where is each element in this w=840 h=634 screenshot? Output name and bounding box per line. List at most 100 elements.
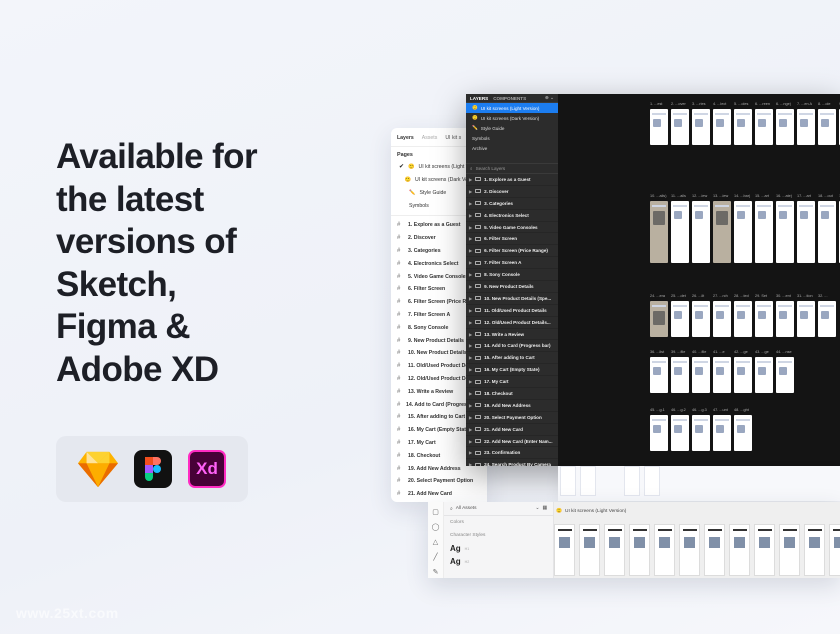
figma-layer-item[interactable]: ▶ 16. My Cart (Empty State) [466,364,558,377]
figma-layer-item[interactable]: ▶ 3. Categories [466,198,558,210]
select-tool-icon[interactable]: ▢ [432,508,439,516]
artboard-thumbnail[interactable] [629,524,650,576]
frame-thumbnail[interactable]: 6. ...nge) [776,102,794,145]
xd-canvas[interactable]: 🙂 UI kit screens (Light Version) [554,502,840,578]
expand-arrow-icon[interactable]: ▶ [469,296,472,301]
artboard-thumbnail[interactable] [804,524,825,576]
expand-arrow-icon[interactable]: ▶ [469,355,472,360]
figma-layer-item[interactable]: ▶ 10. New Product Details (Spe... [466,293,558,305]
frame-thumbnail[interactable]: 17. ...art [797,194,815,263]
frame-thumbnail[interactable]: 3. ...ries [692,102,710,145]
figma-layer-item[interactable]: ▶ 5. Video Game Consoles [466,222,558,234]
frame-thumbnail[interactable]: 29. Set [755,294,773,337]
expand-arrow-icon[interactable]: ▶ [469,189,472,194]
grid-icon[interactable]: ▦ [542,506,547,511]
figma-layer-item[interactable]: ▶ 20. Select Payment Option [466,412,558,424]
artboard-thumbnail[interactable] [604,524,625,576]
expand-arrow-icon[interactable]: ▶ [469,308,472,313]
figma-layer-item[interactable]: ▶ 21. Add New Card [466,424,558,436]
frame-thumbnail[interactable]: 43. ...ge [755,350,773,393]
character-style-item[interactable]: Ag H2 [444,555,553,568]
expand-arrow-icon[interactable]: ▶ [469,427,472,432]
frame-thumbnail[interactable]: 4. ...lect [713,102,731,145]
expand-arrow-icon[interactable]: ▶ [469,201,472,206]
figma-layer-item[interactable]: ▶ 17. My Cart [466,376,558,389]
frame-thumbnail[interactable]: 40. ...file [692,350,710,393]
figma-layer-item[interactable]: ▶ 4. Electronics Select [466,210,558,222]
triangle-tool-icon[interactable]: △ [433,538,438,546]
frame-thumbnail[interactable]: 8. ...ole [818,102,836,145]
figma-layer-item[interactable]: ▶ 18. Checkout [466,388,558,400]
frame-thumbnail[interactable]: 46. ...g.3 [692,408,710,451]
tab-assets[interactable]: Assets [422,135,438,141]
frame-thumbnail[interactable]: 31. ...tion [797,294,815,337]
frame-thumbnail[interactable]: 16. ...ate) [776,194,794,263]
artboard-thumbnail[interactable] [829,524,840,576]
frame-thumbnail[interactable]: 30. ...ent [776,294,794,337]
frame-thumbnail[interactable]: 32. ... [818,294,836,337]
frame-thumbnail[interactable]: 5. ...oles [734,102,752,145]
figma-layer-item[interactable]: ▶ 6. Filter Screen [466,233,558,246]
tab-document[interactable]: UI kit s [445,135,461,141]
expand-arrow-icon[interactable]: ▶ [469,177,472,182]
artboard-thumbnail[interactable] [779,524,800,576]
frame-thumbnail[interactable]: 47. ...unt [713,408,731,451]
artboard-thumbnail[interactable] [654,524,675,576]
figma-layer-item[interactable]: ▶ 13. Write a Review [466,329,558,341]
frame-thumbnail[interactable]: 27. ...rch [713,294,731,337]
figma-page-item[interactable]: ✏️ Style Guide [466,123,558,133]
figma-page-item[interactable]: Symbols [466,133,558,143]
figma-layer-item[interactable]: ▶ 12. Old/Used Product Details... [466,317,558,329]
frame-thumbnail[interactable]: 42. ...ge [734,350,752,393]
artboard-thumbnail[interactable] [679,524,700,576]
figma-layer-item[interactable]: ▶ 22. Add New Card (Enter Nam... [466,436,558,448]
figma-layer-item[interactable]: ▶ 9. New Product Details [466,281,558,293]
figma-layer-item[interactable]: ▶ 14. Add to Card (Progress bar) [466,340,558,353]
expand-arrow-icon[interactable]: ▶ [469,379,472,384]
artboard-thumbnail[interactable] [754,524,775,576]
tab-layers[interactable]: LAYERS [470,96,488,101]
frame-thumbnail[interactable]: 41. ...e [713,350,731,393]
tab-layers[interactable]: Layers [397,135,414,141]
figma-layer-item[interactable]: ▶ 6. Filter Screen (Price Range) [466,245,558,258]
figma-layer-item[interactable]: ▶ 1. Explore as a Guest [466,174,558,186]
frame-thumbnail[interactable]: 44. ...nse [776,350,794,393]
expand-arrow-icon[interactable]: ▶ [469,450,472,455]
artboard-thumbnail[interactable] [579,524,600,576]
figma-page-item[interactable]: 🙂 UI kit screens (Light Version) [466,103,558,113]
expand-arrow-icon[interactable]: ▶ [469,284,472,289]
frame-thumbnail[interactable]: 11. ...ails [671,194,689,263]
figma-layer-item[interactable]: ▶ 2. Discover [466,186,558,198]
figma-layer-item[interactable]: ▶ 19. Add New Address [466,400,558,412]
character-styles-section[interactable]: Character Styles [444,529,553,542]
frame-thumbnail[interactable]: 28. ...ted [734,294,752,337]
artboard-thumbnail[interactable] [704,524,725,576]
frame-thumbnail[interactable]: 2. ...over [671,102,689,145]
frame-thumbnail[interactable]: 26. ...ilt [692,294,710,337]
expand-arrow-icon[interactable]: ▶ [469,225,472,230]
frame-thumbnail[interactable]: 10. ...ails) [650,194,668,263]
character-style-item[interactable]: Ag H1 [444,542,553,555]
figma-layer-item[interactable]: ▶ 24. Search Product By Camera [466,459,558,466]
figma-canvas[interactable]: 1. ...est 2. ...over 3. ...ries 4. ...lect 5… [558,94,840,466]
ellipse-tool-icon[interactable]: ◯ [432,523,440,531]
sketch-layer-item[interactable]: #20. Select Payment Option [391,475,487,488]
expand-arrow-icon[interactable]: ▶ [469,415,472,420]
expand-arrow-icon[interactable]: ▶ [469,403,472,408]
frame-thumbnail[interactable]: 25. ...det [671,294,689,337]
frame-thumbnail[interactable]: 24. ...era [650,294,668,337]
figma-layer-item[interactable]: ▶ 15. After adding to Cart [466,352,558,365]
expand-arrow-icon[interactable]: ▶ [469,320,472,325]
frame-thumbnail[interactable]: 14. ...bar) [734,194,752,263]
chevron-down-icon[interactable]: ⌄ [535,506,539,511]
frame-thumbnail[interactable]: 1. ...est [650,102,668,145]
frame-thumbnail[interactable]: 7. ...en A [797,102,815,145]
figma-layer-item[interactable]: ▶ 7. Filter Screen A [466,257,558,270]
frame-thumbnail[interactable]: 39. ...file [671,350,689,393]
frame-thumbnail[interactable]: 48. ...ght [734,408,752,451]
line-tool-icon[interactable]: ╱ [433,553,437,561]
assets-search[interactable]: ⌕ All Assets ⌄ ▦ [444,502,553,516]
figma-page-item[interactable]: 🙂 UI kit screens (Dark Version) [466,113,558,123]
figma-layer-item[interactable]: ▶ 8. Sony Console [466,269,558,282]
frame-thumbnail[interactable]: 13. ...iew [713,194,731,263]
